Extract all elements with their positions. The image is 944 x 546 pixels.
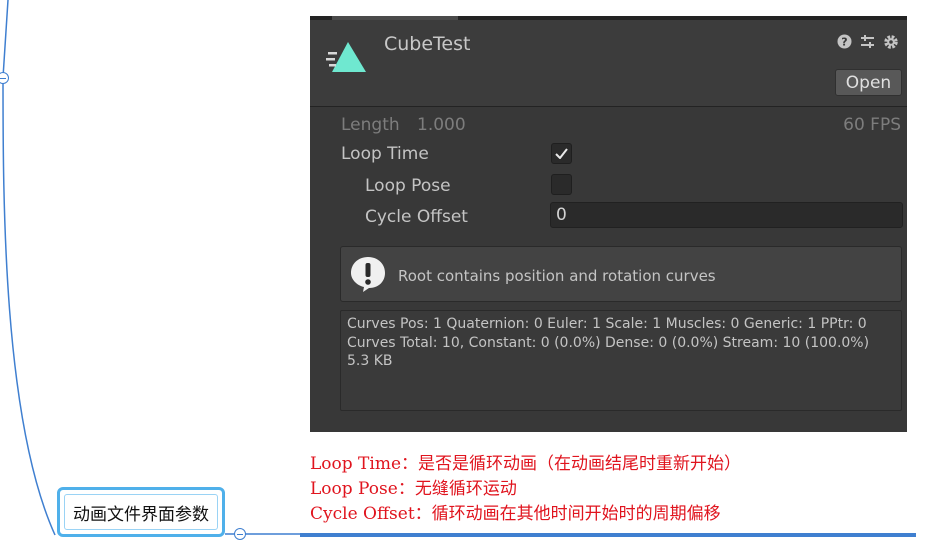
open-button[interactable]: Open (835, 69, 902, 96)
clip-title: CubeTest (384, 33, 471, 55)
note-loop-pose: Loop Pose：无缝循环运动 (310, 479, 517, 499)
loop-time-label: Loop Time (341, 144, 429, 164)
curve-info-line: Curves Total: 10, Constant: 0 (0.0%) Den… (347, 334, 870, 351)
loop-pose-label: Loop Pose (365, 176, 451, 196)
checkmark-icon (555, 148, 568, 159)
svg-text:?: ? (841, 36, 847, 49)
mindmap-node-label: 动画文件界面参数 (73, 504, 209, 525)
length-label: Length (341, 115, 400, 135)
help-icon[interactable]: ? (836, 33, 853, 50)
curve-info-box: Curves Pos: 1 Quaternion: 0 Euler: 1 Sca… (340, 310, 902, 411)
loop-time-checkbox[interactable] (551, 143, 572, 164)
length-value: 1.000 (417, 115, 466, 135)
animation-clip-icon (326, 42, 366, 72)
warning-icon (351, 257, 385, 292)
cycle-offset-field[interactable]: 0 (550, 202, 903, 228)
fps-label: 60 FPS (843, 115, 901, 135)
inspector-header: CubeTest ? Open (310, 20, 907, 107)
collapse-toggle-node[interactable] (234, 528, 246, 540)
annotation-notes: Loop Time：是否是循环动画（在动画结尾时重新开始） Loop Pose：… (310, 452, 741, 527)
header-icons: ? (836, 33, 899, 50)
note-loop-time: Loop Time：是否是循环动画（在动画结尾时重新开始） (310, 454, 742, 474)
help-box: Root contains position and rotation curv… (340, 246, 902, 302)
cycle-offset-label: Cycle Offset (365, 207, 468, 227)
settings-icon[interactable] (882, 33, 899, 50)
help-message: Root contains position and rotation curv… (398, 267, 716, 285)
curve-info-line: Curves Pos: 1 Quaternion: 0 Euler: 1 Sca… (347, 316, 867, 332)
curve-info-line: 5.3 KB (347, 353, 393, 369)
loop-pose-checkbox[interactable] (551, 174, 572, 195)
animation-clip-inspector: CubeTest ? Open Length 1.000 60 FPS Loop… (310, 16, 907, 432)
mindmap-node[interactable]: 动画文件界面参数 (57, 487, 225, 537)
preset-icon[interactable] (859, 33, 876, 50)
note-cycle-offset: Cycle Offset：循环动画在其他时间开始时的周期偏移 (310, 504, 721, 524)
